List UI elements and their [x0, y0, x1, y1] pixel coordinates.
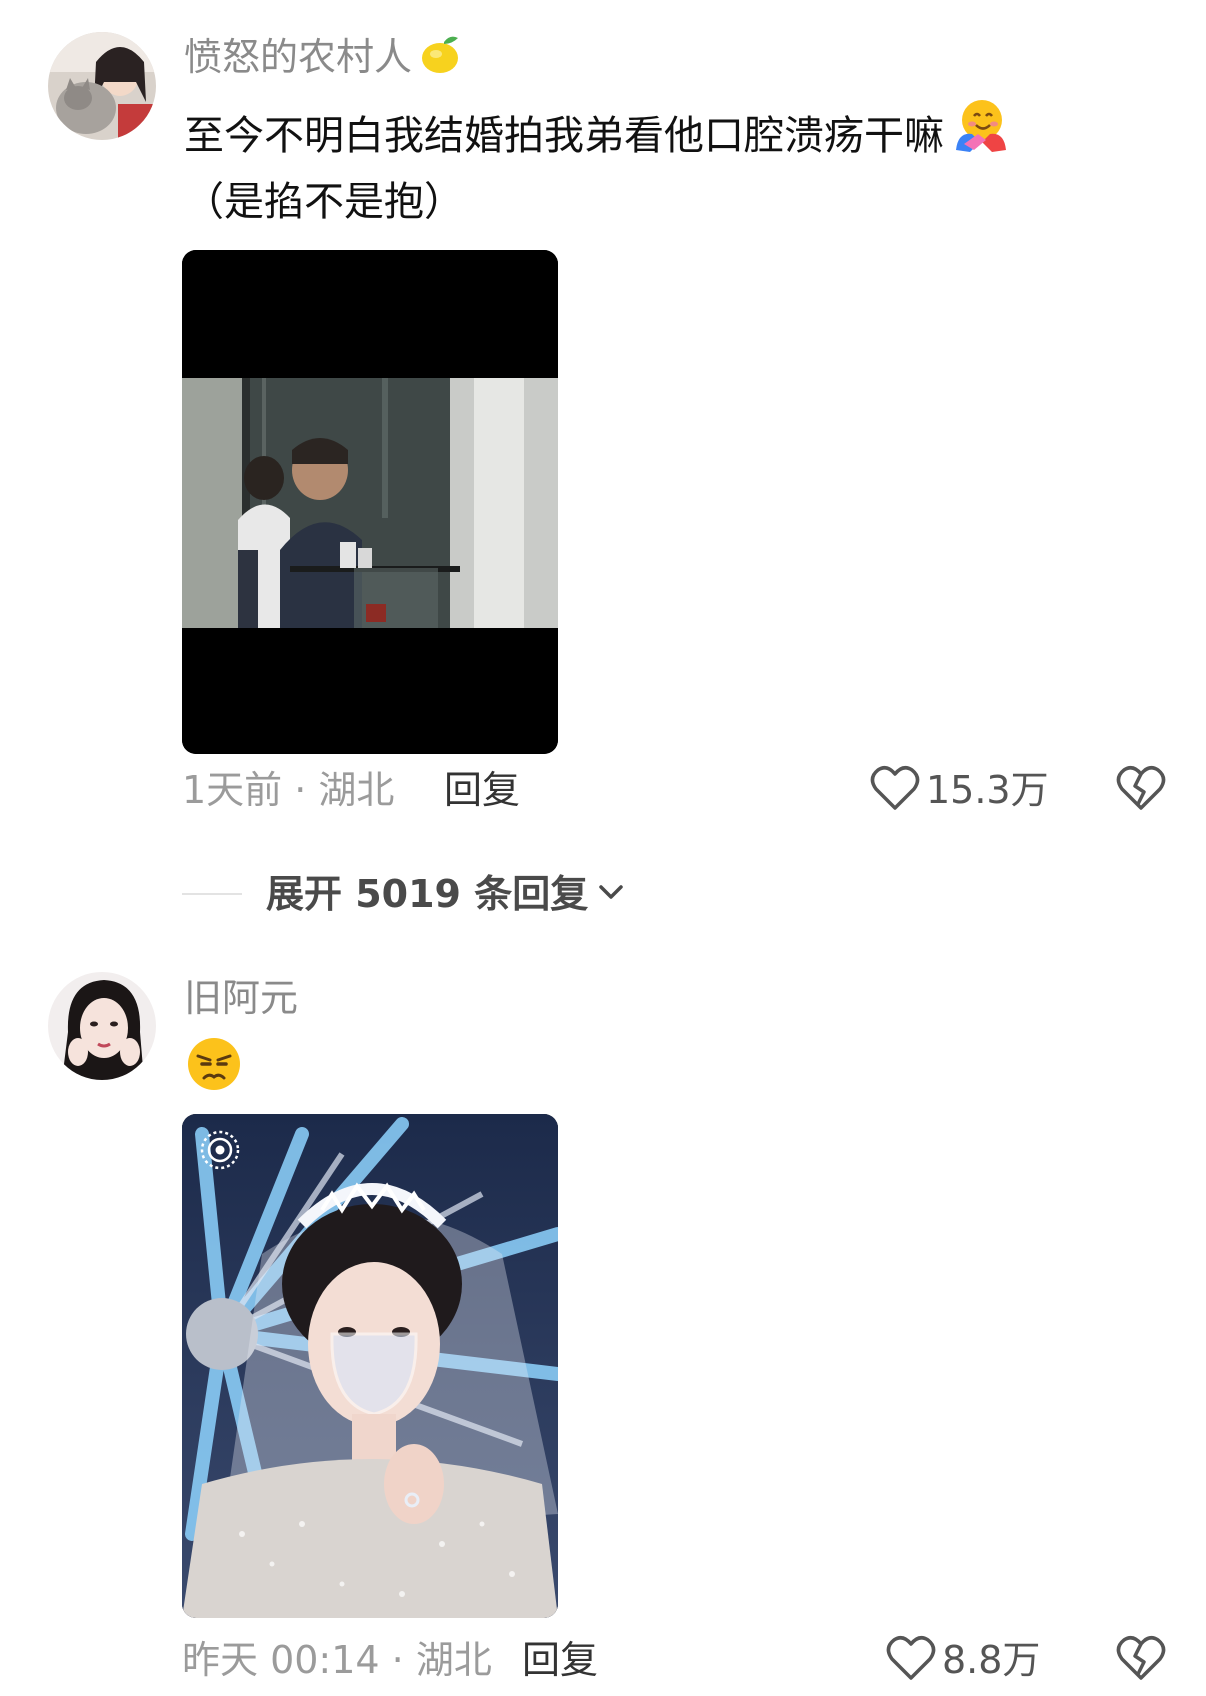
- lemon-icon: [416, 32, 462, 82]
- username-row: 愤怒的农村人: [184, 32, 462, 82]
- avatar[interactable]: [48, 32, 156, 140]
- annoyed-face-icon: [184, 1034, 244, 1098]
- username[interactable]: 愤怒的农村人: [184, 33, 412, 81]
- comment-text-line: （是掐不是抱）: [184, 179, 464, 225]
- expand-replies-row[interactable]: 展开 5019 条回复: [182, 870, 782, 918]
- like-button[interactable]: 15.3万: [870, 764, 1049, 816]
- like-count: 8.8万: [942, 1638, 1041, 1682]
- hugging-face-icon: [950, 94, 1010, 177]
- comment-item: 愤怒的农村人 至今不明白我结婚拍我弟看他口腔溃疡干嘛 （是掐不是抱） 1天前 ·…: [0, 0, 1206, 812]
- expand-replies-label: 展开 5019 条回复: [266, 872, 589, 916]
- heart-icon: [886, 1634, 936, 1686]
- avatar[interactable]: [48, 972, 156, 1080]
- video-frame: [182, 378, 558, 628]
- broken-heart-icon: [1116, 764, 1166, 816]
- like-button[interactable]: 8.8万: [886, 1634, 1040, 1686]
- chevron-down-icon: [594, 875, 628, 913]
- comment-text: [184, 1034, 244, 1098]
- comment-item: 旧阿元 昨天 00:14 · 湖北 回复 8.8万: [0, 960, 1206, 1696]
- comment-time-location: 1天前 · 湖北: [182, 768, 395, 812]
- broken-heart-icon: [1116, 1634, 1166, 1686]
- username[interactable]: 旧阿元: [184, 974, 298, 1022]
- dislike-button[interactable]: [1116, 1634, 1166, 1686]
- comment-text: 至今不明白我结婚拍我弟看他口腔溃疡干嘛: [184, 94, 1010, 177]
- divider: [182, 893, 242, 895]
- comment-video-thumbnail[interactable]: [182, 250, 558, 754]
- like-count: 15.3万: [926, 768, 1049, 812]
- reply-button[interactable]: 回复: [522, 1636, 598, 1684]
- dislike-button[interactable]: [1116, 764, 1166, 816]
- reply-button[interactable]: 回复: [444, 766, 520, 814]
- heart-icon: [870, 764, 920, 816]
- comment-time-location: 昨天 00:14 · 湖北: [182, 1638, 492, 1682]
- comment-text-line: 至今不明白我结婚拍我弟看他口腔溃疡干嘛: [184, 112, 944, 159]
- comment-image[interactable]: [182, 1114, 558, 1618]
